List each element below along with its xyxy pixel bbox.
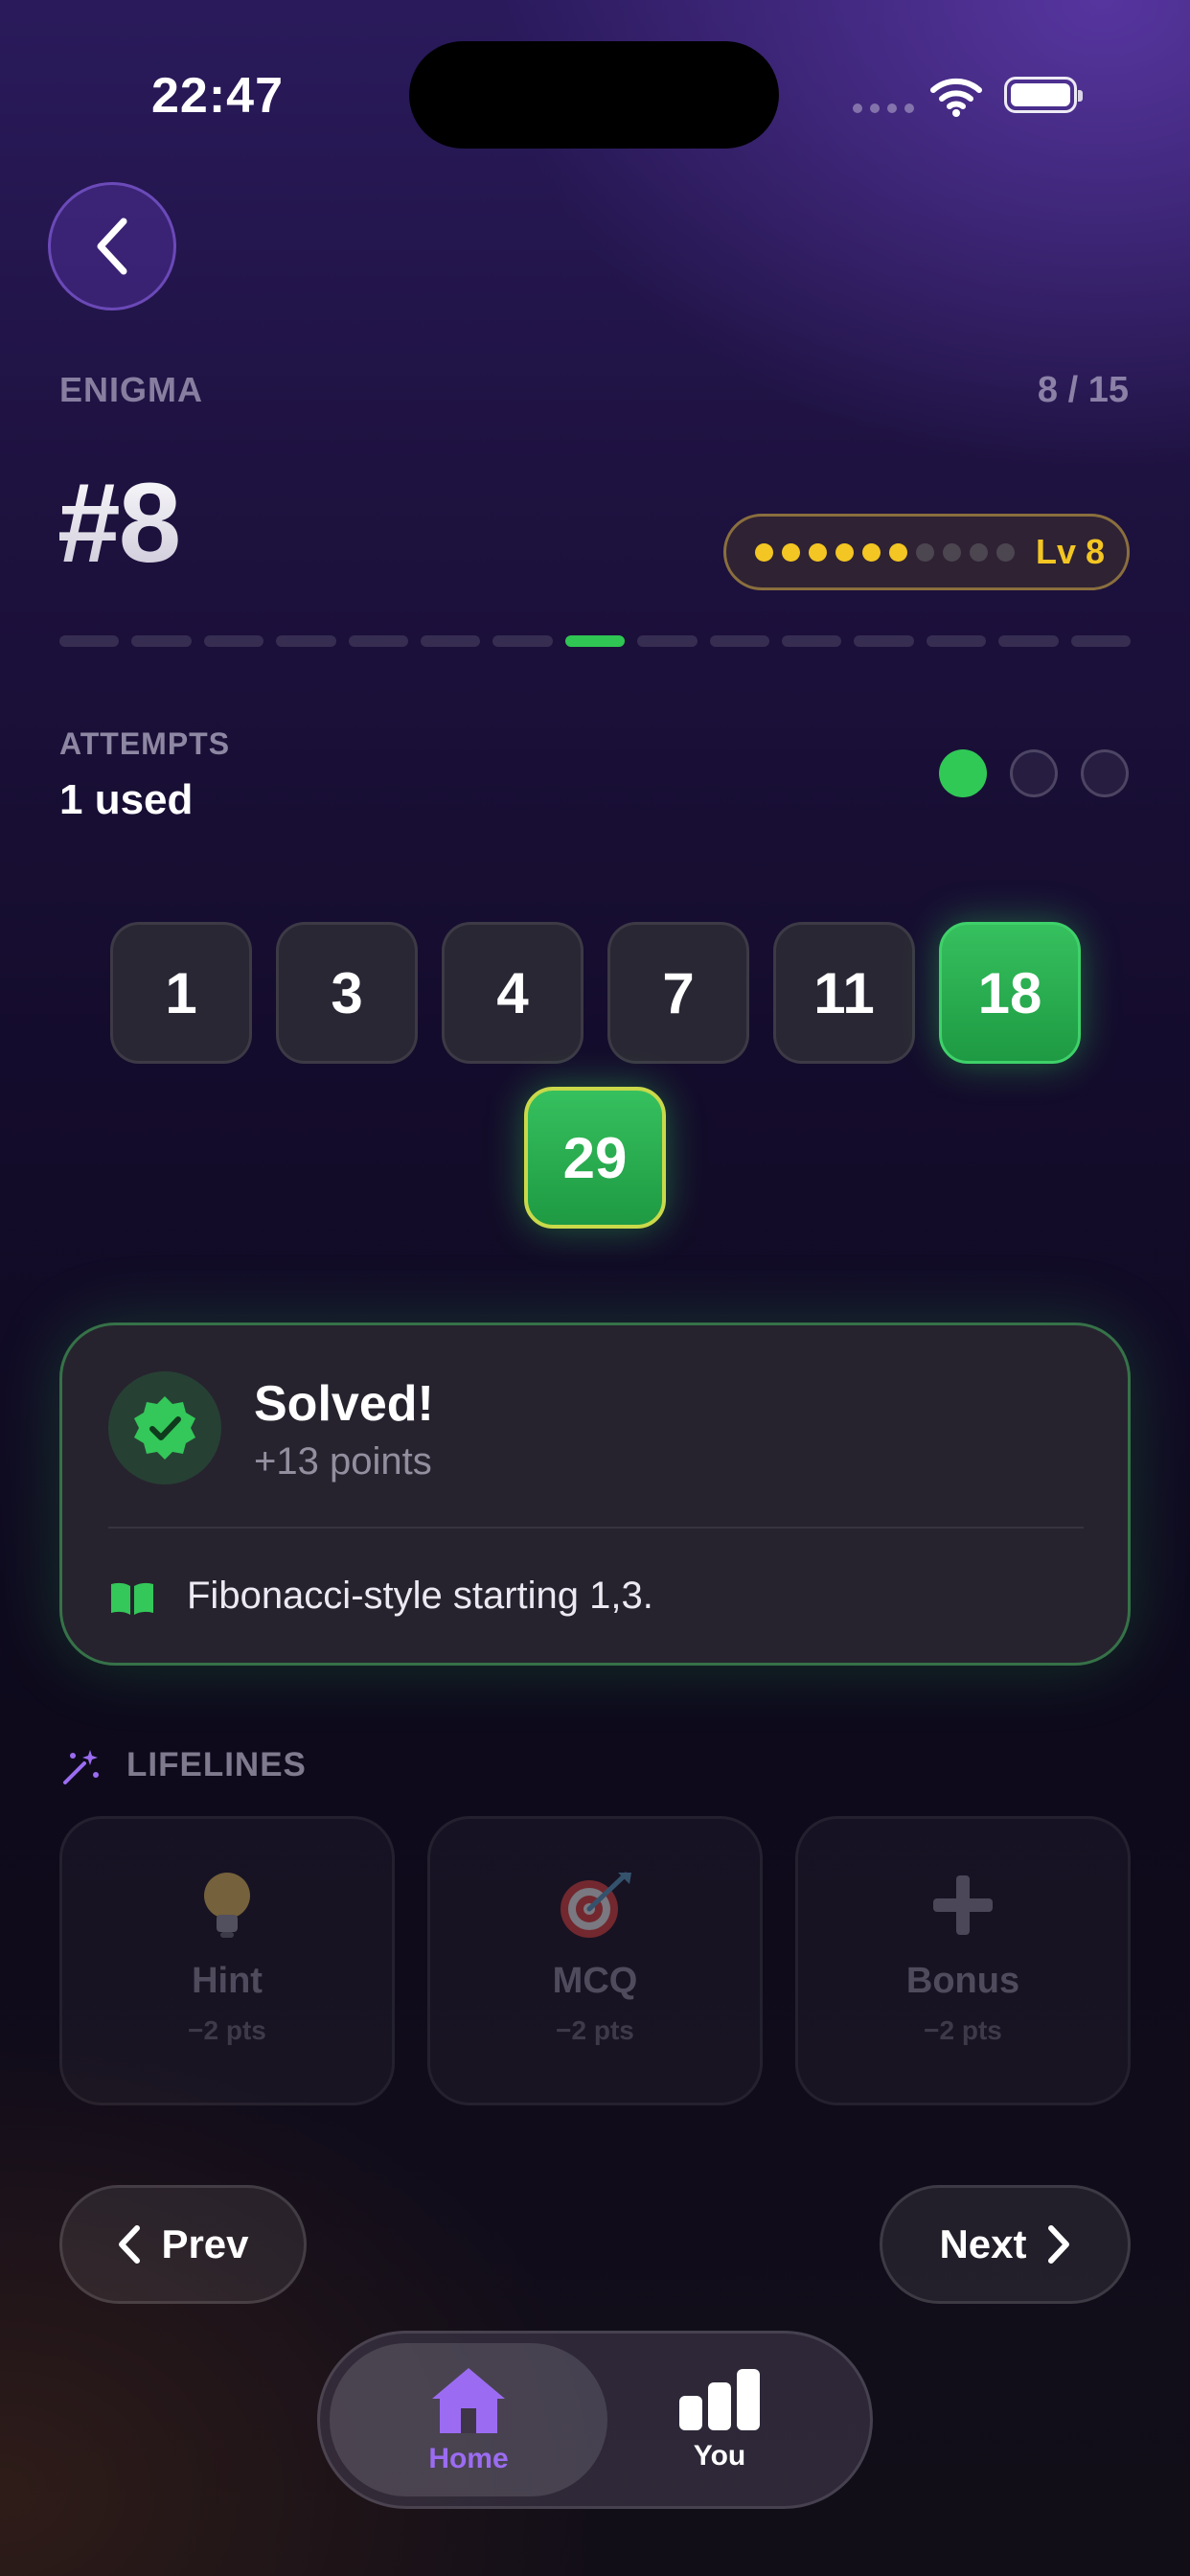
divider [108, 1527, 1084, 1529]
answer-tile: 29 [524, 1087, 666, 1229]
progress-segment [59, 635, 120, 647]
solved-badge [108, 1371, 221, 1484]
sequence-tile: 4 [442, 922, 584, 1064]
progress-segment [998, 635, 1059, 647]
lifeline-name: Bonus [905, 1961, 1020, 2001]
attempt-dot-remaining [1010, 749, 1058, 797]
lifeline-cost: −2 pts [924, 2015, 1002, 2045]
level-dot-filled [835, 542, 854, 562]
dynamic-island [409, 41, 779, 149]
tab-home-label: Home [428, 2443, 509, 2474]
back-button[interactable] [48, 182, 176, 310]
attempt-indicators [939, 749, 1129, 797]
status-time: 22:47 [151, 68, 284, 124]
lifeline-cost: −2 pts [556, 2015, 634, 2045]
cellular-signal-icon [853, 104, 914, 113]
level-dot-empty [970, 542, 988, 562]
magic-wand-icon [63, 1750, 99, 1784]
attempts-label: ATTEMPTS [59, 726, 231, 761]
tab-bar: Home You [317, 2331, 873, 2509]
next-button[interactable]: Next [880, 2185, 1131, 2304]
level-dot-empty [916, 542, 934, 562]
sequence-tile: 11 [773, 922, 915, 1064]
level-badge: Lv 8 [723, 514, 1130, 590]
result-title: Solved! [254, 1376, 434, 1432]
result-card: Solved! +13 points Fibonacci-style start… [59, 1322, 1131, 1666]
next-label: Next [939, 2221, 1027, 2266]
sequence-tile: 7 [607, 922, 749, 1064]
attempt-dot-used [939, 749, 987, 797]
progress-segment-current [564, 635, 626, 647]
category-label: ENIGMA [59, 370, 203, 409]
tab-home[interactable]: Home [330, 2343, 607, 2496]
progress-segment [926, 635, 987, 647]
progress-segment [421, 635, 481, 647]
puzzle-number: #8 [57, 460, 181, 586]
bar-chart-icon [679, 2369, 760, 2430]
prev-label: Prev [161, 2221, 249, 2266]
lifelines-label: LIFELINES [126, 1746, 307, 1783]
chevron-left-icon [97, 218, 127, 275]
lifeline-mcq[interactable]: MCQ −2 pts [427, 1816, 763, 2105]
progress-segment [1070, 635, 1132, 647]
puzzle-counter: 8 / 15 [1037, 370, 1129, 410]
home-icon [432, 2368, 505, 2433]
level-dots [755, 542, 1015, 562]
progress-segment [782, 635, 842, 647]
battery-icon [1004, 77, 1083, 113]
sequence-tile: 1 [110, 922, 252, 1064]
progress-segment [709, 635, 770, 647]
lifeline-name: Hint [192, 1961, 263, 2001]
level-dot-filled [889, 542, 907, 562]
tab-you-label: You [693, 2440, 746, 2472]
result-points: +13 points [254, 1440, 432, 1483]
level-dot-empty [943, 542, 961, 562]
lifeline-bonus[interactable]: Bonus −2 pts [795, 1816, 1131, 2105]
puzzle-progress-bar [59, 635, 1132, 647]
progress-segment [203, 635, 264, 647]
attempts-value: 1 used [59, 776, 194, 823]
tab-you[interactable]: You [581, 2343, 858, 2496]
level-label: Lv 8 [1036, 532, 1106, 571]
progress-segment [276, 635, 336, 647]
progress-segment [131, 635, 192, 647]
progress-segment [348, 635, 409, 647]
sequence-tile: 3 [276, 922, 418, 1064]
lifeline-hint[interactable]: Hint −2 pts [59, 1816, 395, 2105]
progress-segment [854, 635, 914, 647]
result-explanation: Fibonacci-style starting 1,3. [187, 1575, 653, 1617]
level-dot-empty [996, 542, 1015, 562]
lifeline-name: MCQ [552, 1961, 638, 2001]
level-dot-filled [782, 542, 800, 562]
sequence-tile-highlight: 18 [939, 922, 1081, 1064]
chevron-left-icon [119, 2225, 141, 2264]
progress-segment [637, 635, 698, 647]
progress-segment [492, 635, 553, 647]
target-icon [561, 1872, 631, 1938]
lightbulb-icon [204, 1873, 250, 1938]
attempt-dot-remaining [1081, 749, 1129, 797]
lifeline-cost: −2 pts [188, 2015, 266, 2045]
plus-icon [933, 1875, 993, 1935]
check-badge-icon [134, 1396, 195, 1460]
chevron-right-icon [1047, 2225, 1069, 2264]
level-dot-filled [862, 542, 881, 562]
level-dot-filled [755, 542, 773, 562]
book-icon [111, 1582, 153, 1615]
wifi-icon [930, 78, 982, 117]
level-dot-filled [809, 542, 827, 562]
prev-button[interactable]: Prev [59, 2185, 307, 2304]
